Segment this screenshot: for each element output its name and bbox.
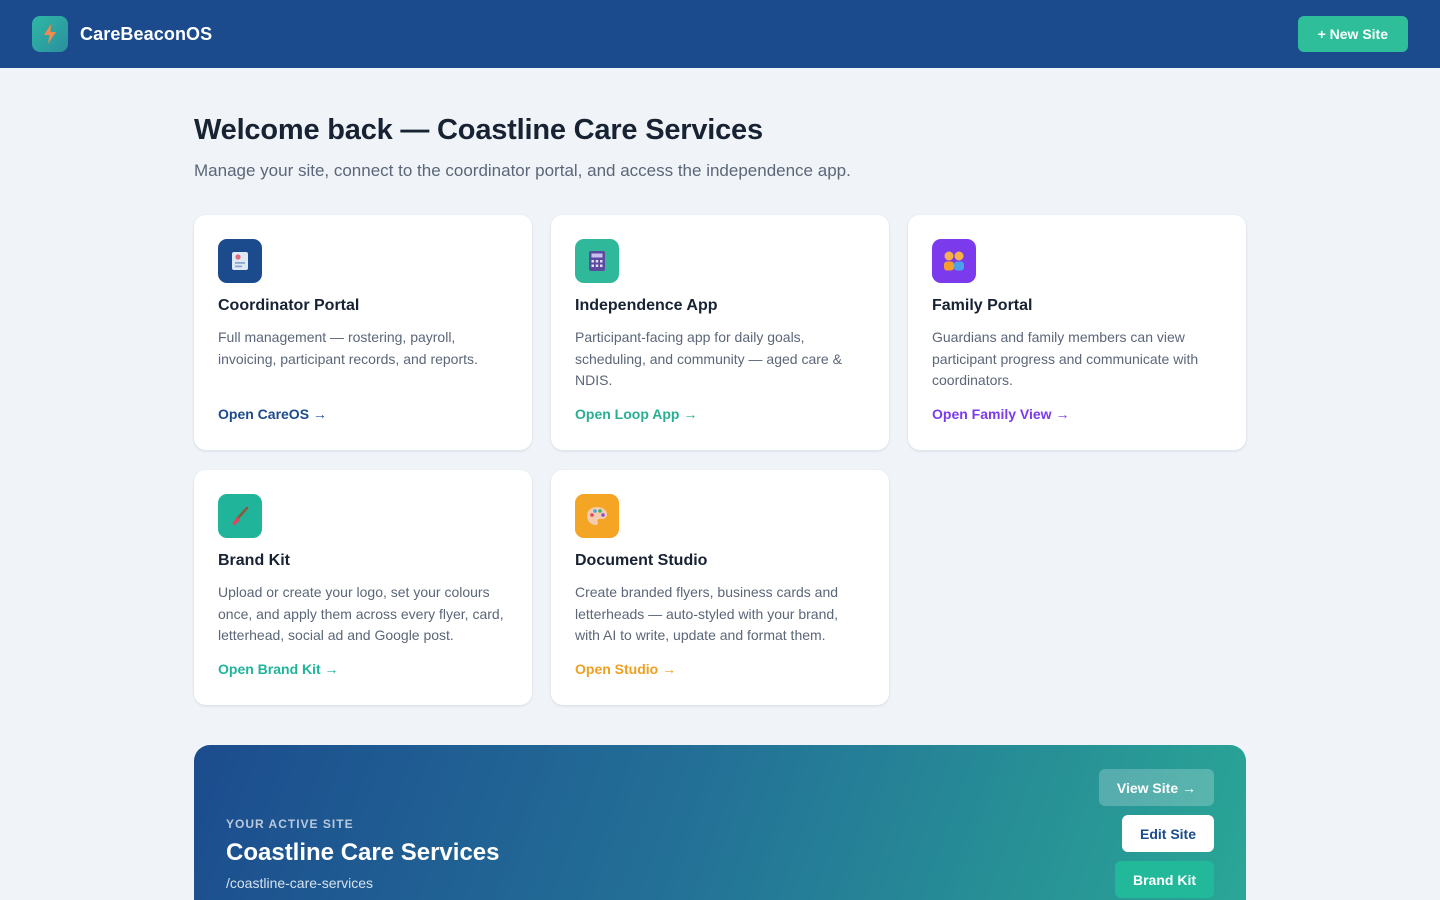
active-site-eyebrow: YOUR ACTIVE SITE <box>226 817 354 831</box>
card-title: Document Studio <box>575 552 708 569</box>
card-description: Upload or create your logo, set your col… <box>218 584 504 643</box>
card-title: Family Portal <box>932 297 1033 314</box>
card-title: Independence App <box>575 297 718 314</box>
brand[interactable]: CareBeaconOS <box>32 16 212 52</box>
new-site-button[interactable]: + New Site <box>1297 16 1408 52</box>
card-description: Participant-facing app for daily goals, … <box>575 329 842 388</box>
view-site-button[interactable]: View Site → <box>1098 769 1214 806</box>
palette-icon <box>575 494 619 538</box>
active-site-actions: View Site → Edit Site Brand Kit <box>1098 769 1214 898</box>
active-site-banner: YOUR ACTIVE SITE Coastline Care Services… <box>194 745 1246 900</box>
open-family-view-link[interactable]: Open Family View → <box>932 406 1069 422</box>
active-site-name: Coastline Care Services <box>226 839 500 866</box>
card-description: Create branded flyers, business cards an… <box>575 584 839 643</box>
bolt-icon <box>32 16 68 52</box>
card-coordinator-portal: Coordinator Portal Full management — ros… <box>194 215 532 450</box>
card-title: Coordinator Portal <box>218 297 360 314</box>
open-careos-link[interactable]: Open CareOS → <box>218 406 327 422</box>
app-name: CareBeaconOS <box>80 23 213 44</box>
card-family-portal: Family Portal Guardians and family membe… <box>908 215 1246 450</box>
active-site-slug: /coastline-care-services <box>226 875 374 891</box>
card-description: Full management — rostering, payroll, in… <box>218 329 478 367</box>
top-bar: CareBeaconOS + New Site <box>0 0 1440 68</box>
edit-site-button[interactable]: Edit Site <box>1121 815 1214 852</box>
brand-kit-button[interactable]: Brand Kit <box>1115 861 1214 898</box>
app-cards: Coordinator Portal Full management — ros… <box>194 215 1246 705</box>
card-description: Guardians and family members can view pa… <box>932 329 1199 388</box>
card-document-studio: Document Studio Create branded flyers, b… <box>551 470 889 705</box>
open-loop-app-link[interactable]: Open Loop App → <box>575 406 697 422</box>
card-brand-kit: Brand Kit Upload or create your logo, se… <box>194 470 532 705</box>
page-subtitle: Manage your site, connect to the coordin… <box>194 161 851 180</box>
card-independence-app: Independence App Participant-facing app … <box>551 215 889 450</box>
family-icon <box>932 239 976 283</box>
open-brand-kit-link[interactable]: Open Brand Kit → <box>218 661 339 677</box>
card-title: Brand Kit <box>218 552 290 569</box>
paintbrush-icon <box>218 494 262 538</box>
main-content: Welcome back — Coastline Care Services M… <box>194 68 1246 900</box>
page-title: Welcome back — Coastline Care Services <box>194 114 763 146</box>
open-studio-link[interactable]: Open Studio → <box>575 661 676 677</box>
calculator-icon <box>575 239 619 283</box>
id-badge-icon <box>218 239 262 283</box>
